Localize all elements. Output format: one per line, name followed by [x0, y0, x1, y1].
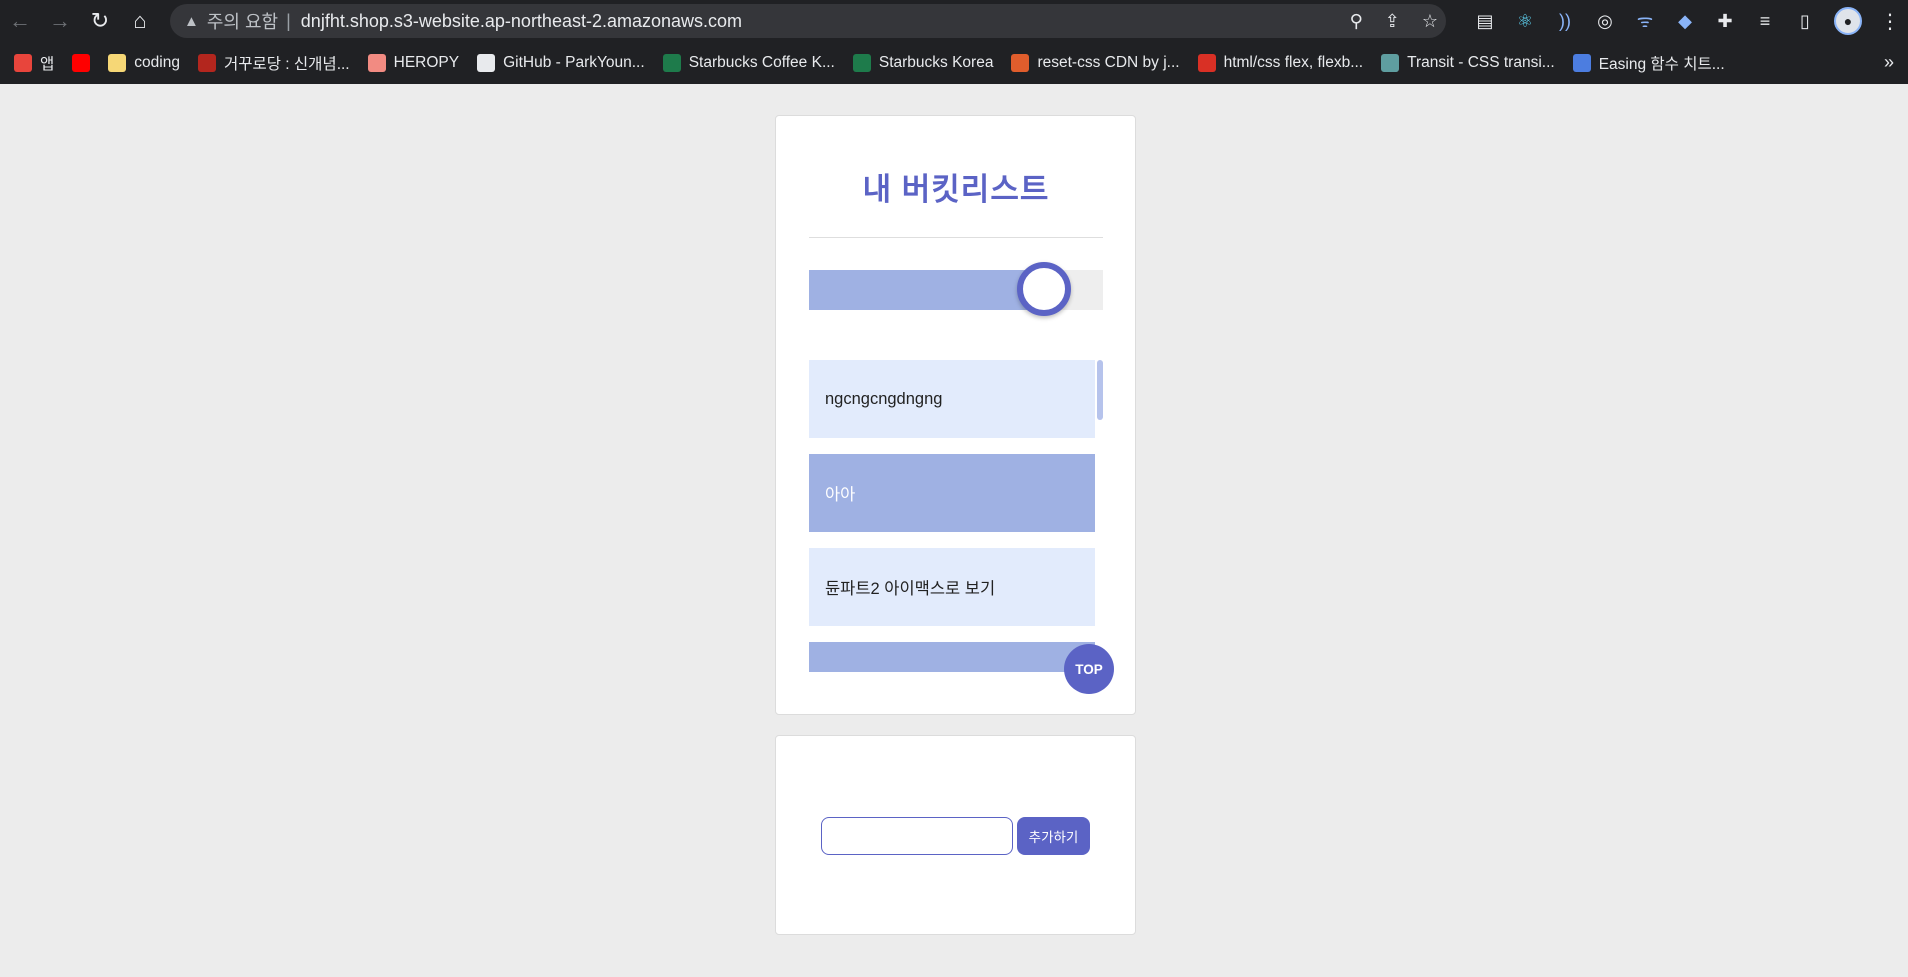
bucket-list[interactable]: ngcngcngdngng 아아듄파트2 아이맥스로 보기 [809, 360, 1103, 672]
extension-signal-icon[interactable]: ᯤ [1634, 10, 1656, 32]
zoom-icon[interactable]: ⚲ [1350, 11, 1363, 32]
extensions-puzzle-icon[interactable]: ✚ [1714, 10, 1736, 32]
bookmark-item[interactable]: coding [108, 54, 180, 72]
bookmark-item[interactable]: 거꾸로당 : 신개념... [197, 52, 350, 74]
bookmark-label: Starbucks Coffee K... [688, 54, 835, 71]
bookmark-item[interactable]: HEROPY [367, 54, 460, 72]
side-panel-icon[interactable]: ▯ [1794, 10, 1816, 32]
address-bar[interactable]: ▲ 주의 요함 | dnjfht.shop.s3-website.ap-nort… [170, 4, 1446, 38]
progress-fill [809, 270, 1044, 310]
share-icon[interactable]: ⇪ [1385, 11, 1400, 32]
add-button[interactable]: 추가하기 [1017, 817, 1090, 855]
bookmark-item[interactable]: Transit - CSS transi... [1381, 54, 1555, 72]
bucket-list-item-text: ngcngcngdngng [825, 389, 943, 408]
site-icon [197, 54, 216, 72]
bookmark-item[interactable]: Starbucks Korea [852, 54, 994, 72]
warning-icon: ▲ [184, 12, 199, 30]
folder-icon [108, 54, 127, 72]
bookmarks-overflow-button[interactable]: » [1884, 52, 1894, 73]
security-warning-text: 주의 요함 [206, 12, 279, 32]
omnibox-actions: ⚲ ⇪ ☆ [1350, 4, 1438, 38]
bookmark-item[interactable]: reset-css CDN by j... [1011, 54, 1180, 72]
title-divider [809, 237, 1103, 238]
bookmark-label: HEROPY [393, 54, 460, 71]
starbucks-icon [852, 54, 871, 72]
page-title: 내 버킷리스트 [862, 172, 1050, 207]
extensions-bar: ▤ ⚛ )) ◎ ᯤ ◆ ✚ ≡ ▯ ● ⋮ [1474, 0, 1900, 42]
site-icon [1572, 54, 1591, 72]
bookmark-item[interactable]: 앱 [14, 52, 54, 74]
bookmark-label: 앱 [40, 56, 55, 73]
github-icon [477, 54, 496, 72]
new-item-input[interactable] [821, 817, 1013, 855]
bookmark-label: Easing 함수 치트... [1598, 56, 1725, 73]
omnibox-separator: | [286, 10, 291, 31]
bookmark-label: Starbucks Korea [878, 54, 994, 71]
site-icon [1197, 54, 1216, 72]
browser-toolbar: ← → ↻ ⌂ ▲ 주의 요함 | dnjfht.shop.s3-website… [0, 0, 1908, 42]
apps-grid-icon [14, 54, 32, 72]
home-icon[interactable]: ⌂ [120, 0, 160, 42]
extension-target-icon[interactable]: ◎ [1594, 10, 1616, 32]
bookmark-item[interactable]: Starbucks Coffee K... [662, 54, 835, 72]
bucket-list-item[interactable]: 듄파트2 아이맥스로 보기 [809, 548, 1095, 626]
profile-avatar[interactable]: ● [1834, 7, 1862, 35]
bookmark-label: coding [134, 54, 180, 71]
browser-menu-icon[interactable]: ⋮ [1880, 9, 1900, 34]
bookmark-label: Transit - CSS transi... [1407, 54, 1555, 71]
site-icon [1011, 54, 1030, 72]
bucket-list-item[interactable]: 아아 [809, 454, 1095, 532]
bookmark-label: reset-css CDN by j... [1037, 54, 1180, 71]
list-scrollbar[interactable] [1097, 360, 1103, 420]
browser-chrome: ← → ↻ ⌂ ▲ 주의 요함 | dnjfht.shop.s3-website… [0, 0, 1908, 84]
react-devtools-icon[interactable]: ⚛ [1514, 10, 1536, 32]
bookmarks-bar: 앱 coding 거꾸로당 : 신개념... HEROPY GitHub - ParkY… [0, 42, 1908, 84]
bookmark-item[interactable]: Easing 함수 치트... [1572, 52, 1725, 74]
bucket-list-item-text: 아아 [825, 486, 856, 504]
bucket-list-item-text: 듄파트2 아이맥스로 보기 [825, 580, 996, 598]
page-content: 내 버킷리스트 ngcngcngdngng 아아듄파트2 아이맥스로 보기 TOP… [0, 84, 1908, 977]
extension-sound-icon[interactable]: )) [1554, 10, 1576, 32]
bookmark-label: 거꾸로당 : 신개념... [223, 56, 350, 73]
back-icon[interactable]: ← [0, 0, 40, 42]
add-item-card: 추가하기 [775, 735, 1136, 935]
extension-calendar-icon[interactable]: ▤ [1474, 10, 1496, 32]
media-queue-icon[interactable]: ≡ [1754, 10, 1776, 32]
bookmark-label: html/css flex, flexb... [1223, 54, 1364, 71]
bookmark-item[interactable]: html/css flex, flexb... [1197, 54, 1364, 72]
reload-icon[interactable]: ↻ [80, 0, 120, 42]
bucket-list-item[interactable]: ngcngcngdngng [809, 360, 1095, 438]
progress-bar [809, 262, 1103, 316]
bucketlist-card: 내 버킷리스트 ngcngcngdngng 아아듄파트2 아이맥스로 보기 TOP [775, 115, 1136, 715]
top-button[interactable]: TOP [1064, 644, 1114, 694]
forward-icon[interactable]: → [40, 0, 80, 42]
bookmark-item[interactable] [72, 54, 91, 72]
bookmark-item[interactable]: GitHub - ParkYoun... [477, 54, 645, 72]
progress-knob [1017, 262, 1071, 316]
extension-bird-icon[interactable]: ◆ [1674, 10, 1696, 32]
site-icon [1381, 54, 1400, 72]
bookmark-label: GitHub - ParkYoun... [503, 54, 645, 71]
url-text: dnjfht.shop.s3-website.ap-northeast-2.am… [300, 10, 743, 31]
starbucks-icon [662, 54, 681, 72]
bucket-list-item[interactable] [809, 642, 1095, 672]
bookmark-star-icon[interactable]: ☆ [1422, 11, 1438, 32]
site-icon [367, 54, 386, 72]
youtube-icon [72, 54, 91, 72]
